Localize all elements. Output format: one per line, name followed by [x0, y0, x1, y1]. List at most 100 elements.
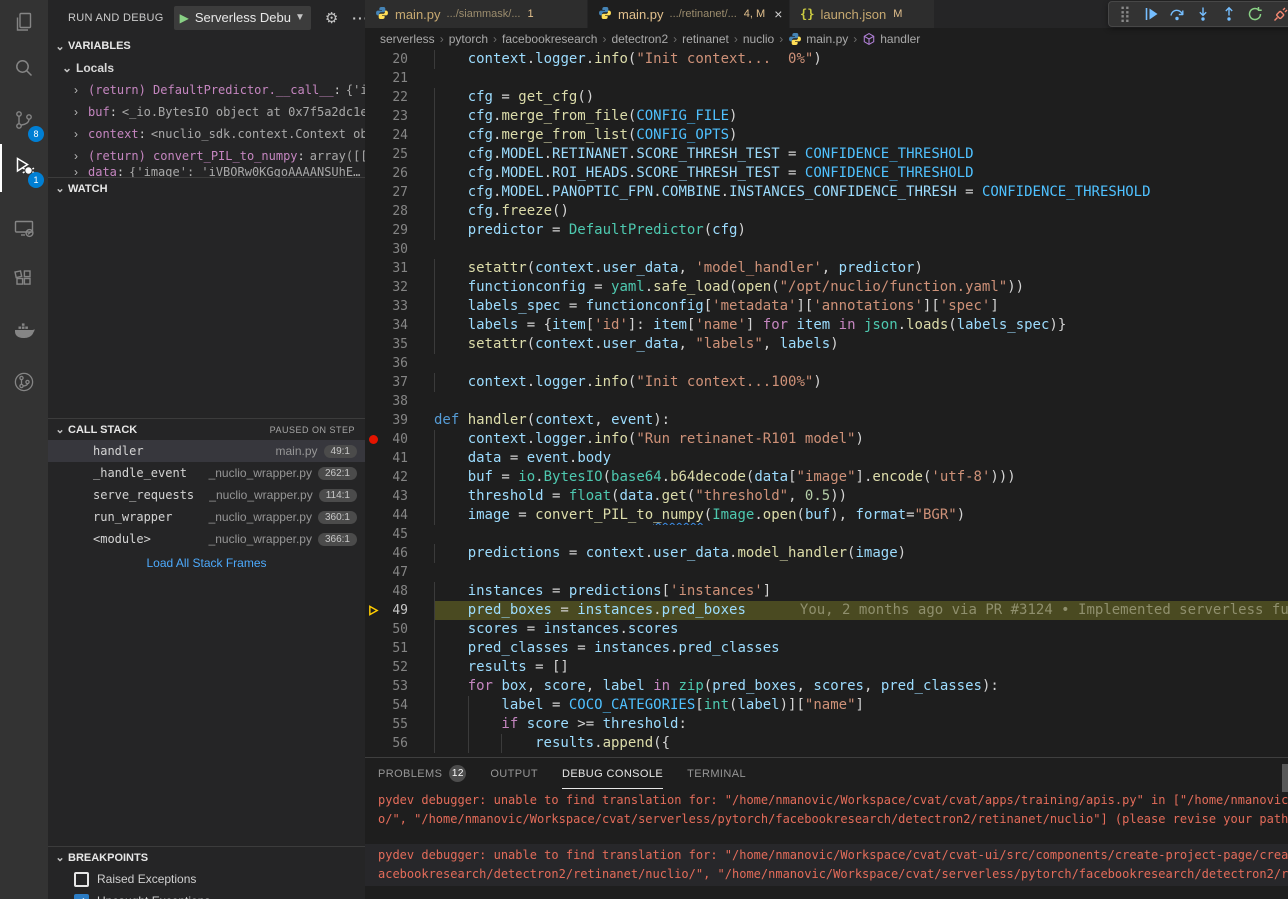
restart-button[interactable]: [1243, 2, 1267, 26]
line-number[interactable]: 41: [381, 449, 408, 468]
code-text[interactable]: [434, 392, 1288, 411]
checkbox-checked[interactable]: ✓: [74, 894, 89, 899]
toolbar-drag-handle[interactable]: ⣿: [1113, 2, 1137, 26]
line-number[interactable]: 49: [381, 601, 408, 620]
breadcrumb-item[interactable]: pytorch: [449, 32, 488, 46]
activity-run-debug[interactable]: 1: [0, 144, 48, 192]
breadcrumb-item[interactable]: detectron2: [611, 32, 668, 46]
line-number[interactable]: 52: [381, 658, 408, 677]
line-number[interactable]: 54: [381, 696, 408, 715]
gutter-glyph-area[interactable]: [365, 126, 381, 145]
code-editor[interactable]: 20 context.logger.info("Init context... 0…: [365, 50, 1288, 757]
gutter-glyph-area[interactable]: [365, 582, 381, 601]
line-number[interactable]: 55: [381, 715, 408, 734]
code-text[interactable]: def handler(context, event):: [434, 411, 1288, 430]
line-number[interactable]: 44: [381, 506, 408, 525]
code-text[interactable]: cfg.merge_from_file(CONFIG_FILE): [434, 107, 1288, 126]
start-debug-icon[interactable]: ▶: [180, 11, 189, 25]
gutter-glyph-area[interactable]: [365, 677, 381, 696]
line-number[interactable]: 43: [381, 487, 408, 506]
panel-tab-terminal[interactable]: TERMINAL: [687, 758, 746, 789]
breadcrumb-item[interactable]: handler: [862, 32, 920, 46]
gutter-glyph-area[interactable]: [365, 335, 381, 354]
gutter-glyph-area[interactable]: [365, 392, 381, 411]
code-text[interactable]: cfg.freeze(): [434, 202, 1288, 221]
activity-docker[interactable]: [0, 308, 48, 356]
code-text[interactable]: labels_spec = functionconfig['metadata']…: [434, 297, 1288, 316]
line-number[interactable]: 33: [381, 297, 408, 316]
step-into-button[interactable]: [1191, 2, 1215, 26]
line-number[interactable]: 37: [381, 373, 408, 392]
code-text[interactable]: results.append({: [434, 734, 1288, 753]
breadcrumb-item[interactable]: facebookresearch: [502, 32, 597, 46]
gutter-glyph-area[interactable]: [365, 506, 381, 525]
stack-frame-row[interactable]: handlermain.py49:1: [48, 440, 365, 462]
code-text[interactable]: cfg.MODEL.RETINANET.SCORE_THRESH_TEST = …: [434, 145, 1288, 164]
variables-section-header[interactable]: ⌄ VARIABLES: [48, 35, 365, 57]
gutter-glyph-area[interactable]: [365, 202, 381, 221]
editor-tab-main.py[interactable]: main.py.../retinanet/...4, M×: [588, 0, 790, 28]
gutter-glyph-area[interactable]: [365, 354, 381, 373]
line-number[interactable]: 42: [381, 468, 408, 487]
code-text[interactable]: [434, 69, 1288, 88]
launch-config-dropdown[interactable]: ▶ Serverless Debu ▼: [174, 6, 311, 30]
code-text[interactable]: cfg = get_cfg(): [434, 88, 1288, 107]
code-text[interactable]: labels = {item['id']: item['name'] for i…: [434, 316, 1288, 335]
code-text[interactable]: setattr(context.user_data, "labels", lab…: [434, 335, 1288, 354]
disconnect-button[interactable]: [1269, 2, 1288, 26]
line-number[interactable]: 21: [381, 69, 408, 88]
line-number[interactable]: 56: [381, 734, 408, 753]
variables-scope-locals[interactable]: ⌄ Locals: [48, 57, 365, 79]
activity-source-control[interactable]: 8: [0, 98, 48, 146]
gutter-glyph-area[interactable]: [365, 658, 381, 677]
line-number[interactable]: 30: [381, 240, 408, 259]
line-number[interactable]: 20: [381, 50, 408, 69]
current-line-arrow[interactable]: [365, 601, 381, 620]
gutter-glyph-area[interactable]: [365, 164, 381, 183]
code-text[interactable]: buf = io.BytesIO(base64.b64decode(data["…: [434, 468, 1288, 487]
panel-tab-output[interactable]: OUTPUT: [490, 758, 538, 789]
line-number[interactable]: 32: [381, 278, 408, 297]
code-text[interactable]: scores = instances.scores: [434, 620, 1288, 639]
code-text[interactable]: cfg.merge_from_list(CONFIG_OPTS): [434, 126, 1288, 145]
line-number[interactable]: 38: [381, 392, 408, 411]
line-number[interactable]: 40: [381, 430, 408, 449]
gutter-glyph-area[interactable]: [365, 316, 381, 335]
line-number[interactable]: 36: [381, 354, 408, 373]
gutter-glyph-area[interactable]: [365, 278, 381, 297]
gutter-glyph-area[interactable]: [365, 259, 381, 278]
step-out-button[interactable]: [1217, 2, 1241, 26]
gutter-glyph-area[interactable]: [365, 183, 381, 202]
gutter-glyph-area[interactable]: [365, 487, 381, 506]
watch-section-header[interactable]: ⌄ WATCH: [48, 177, 365, 199]
gutter-glyph-area[interactable]: [365, 449, 381, 468]
line-number[interactable]: 45: [381, 525, 408, 544]
line-number[interactable]: 34: [381, 316, 408, 335]
gutter-glyph-area[interactable]: [365, 88, 381, 107]
gutter-glyph-area[interactable]: [365, 525, 381, 544]
code-text[interactable]: [434, 525, 1288, 544]
continue-button[interactable]: [1139, 2, 1163, 26]
breakpoint-row[interactable]: Raised Exceptions: [48, 868, 365, 890]
gutter-glyph-area[interactable]: [365, 221, 381, 240]
debug-console-output[interactable]: pydev debugger: unable to find translati…: [365, 789, 1288, 886]
code-text[interactable]: context.logger.info("Run retinanet-R101 …: [434, 430, 1288, 449]
line-number[interactable]: 35: [381, 335, 408, 354]
step-over-button[interactable]: [1165, 2, 1189, 26]
activity-search[interactable]: [0, 46, 48, 94]
activity-files[interactable]: [0, 0, 48, 48]
console-message-block[interactable]: pydev debugger: unable to find translati…: [365, 789, 1288, 831]
panel-scrollbar[interactable]: [1282, 764, 1288, 792]
gutter-glyph-area[interactable]: [365, 50, 381, 69]
code-text[interactable]: results = []: [434, 658, 1288, 677]
code-text[interactable]: label = COCO_CATEGORIES[int(label)]["nam…: [434, 696, 1288, 715]
code-text[interactable]: [434, 563, 1288, 582]
code-text[interactable]: context.logger.info("Init context... 0%"…: [434, 50, 1288, 69]
activity-extensions[interactable]: [0, 257, 48, 305]
load-all-stack-frames-link[interactable]: Load All Stack Frames: [48, 552, 365, 574]
breakpoints-section-header[interactable]: ⌄ BREAKPOINTS: [48, 846, 365, 868]
editor-tab-launch.json[interactable]: {}launch.jsonM: [790, 0, 935, 28]
line-number[interactable]: 22: [381, 88, 408, 107]
code-text[interactable]: context.logger.info("Init context...100%…: [434, 373, 1288, 392]
code-text[interactable]: data = event.body: [434, 449, 1288, 468]
